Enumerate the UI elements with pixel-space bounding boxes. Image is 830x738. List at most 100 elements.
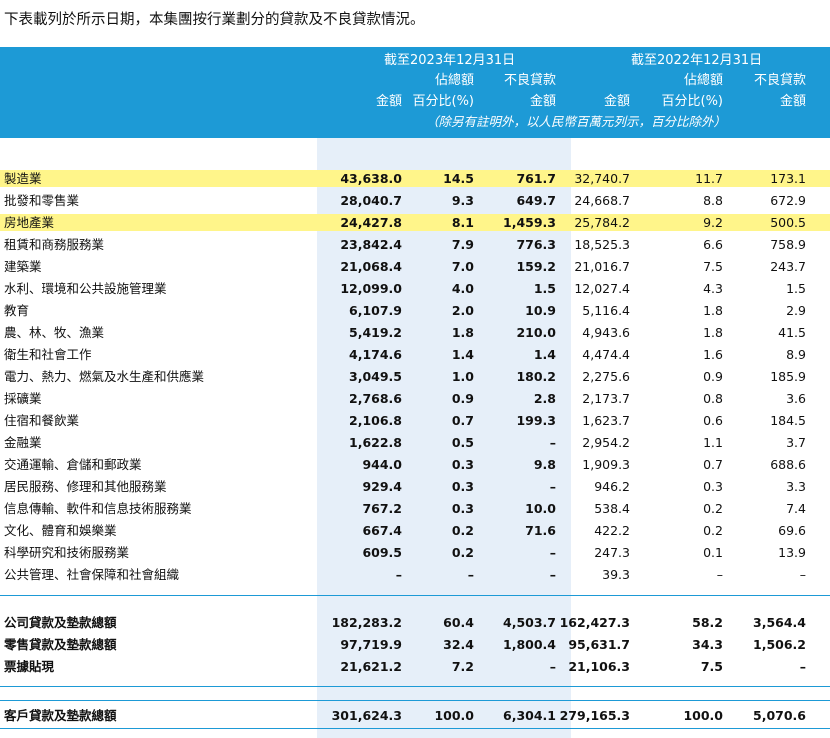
table-cell: 1,909.3 [582,457,630,472]
table-cell: 1.5 [533,281,556,296]
row-label: 衛生和社會工作 [4,347,92,362]
table-cell: 2.0 [451,303,474,318]
table-cell: 6,304.1 [503,708,556,723]
table-cell: 672.9 [770,193,806,208]
table-cell: 14.5 [443,171,474,186]
table-cell: 7.4 [786,501,806,516]
row-label: 採礦業 [4,391,42,406]
table-header: 截至2023年12月31日 截至2022年12月31日 佔總額 不良貸款 佔總額… [0,47,830,138]
row-label: 零售貸款及墊款總額 [4,637,117,652]
table-cell: 95,631.7 [568,637,630,652]
table-cell: 11.7 [695,171,723,186]
table-cell: 0.2 [451,523,474,538]
table-cell: 12,027.4 [574,281,630,296]
table-cell: 24,668.7 [574,193,630,208]
table-cell: 0.2 [451,545,474,560]
row-label: 農、林、牧、漁業 [4,325,105,340]
table-cell: 944.0 [362,457,402,472]
table-cell: 5,116.4 [582,303,630,318]
table-cell: 3.7 [786,435,806,450]
table-cell: 8.1 [451,215,474,230]
header-amount-2023: 金額 [375,94,402,109]
table-cell: 8.8 [703,193,723,208]
table-cell: 0.2 [703,501,723,516]
header-note: （除另有註明外，以人民幣百萬元列示，百分比除外） [426,114,727,129]
table-cell: 6,107.9 [349,303,402,318]
table-cell: 758.9 [770,237,806,252]
table-cell: 41.5 [778,325,806,340]
table-cell: 688.6 [770,457,806,472]
table-cell: 12,099.0 [340,281,402,296]
table-cell: 4.0 [451,281,474,296]
table-cell: 0.3 [703,479,723,494]
table-cell: 1.8 [703,325,723,340]
table-cell: 667.4 [362,523,402,538]
row-divider [0,595,830,596]
table-cell: 7.2 [451,659,474,674]
header-npl-2022-l1: 不良貸款 [753,73,806,88]
table-cell: 32,740.7 [574,171,630,186]
table-cell: 9.8 [533,457,556,472]
table-cell: – [549,545,556,560]
header-period-2022: 截至2022年12月31日 [631,53,763,68]
table-cell: – [799,659,806,674]
table-cell: 2,954.2 [582,435,630,450]
table-cell: 7.5 [703,259,723,274]
intro-text: 下表載列於所示日期，本集團按行業劃分的貸款及不良貸款情況。 [4,12,425,28]
header-pct-2022-l1: 佔總額 [683,73,723,88]
table-cell: 0.8 [703,391,723,406]
table-cell: 243.7 [770,259,806,274]
table-cell: 43,638.0 [340,171,402,186]
table-cell: 2.9 [786,303,806,318]
row-label: 公共管理、社會保障和社會組織 [4,567,180,582]
table-cell: 1.5 [786,281,806,296]
row-label: 租賃和商務服務業 [4,237,105,252]
table-cell: 1.1 [703,435,723,450]
header-amount-2022: 金額 [603,94,630,109]
table-cell: 173.1 [770,171,806,186]
table-cell: 159.2 [516,259,556,274]
table-cell: 1,506.2 [753,637,806,652]
table-cell: 946.2 [594,479,630,494]
table-cell: 279,165.3 [559,708,630,723]
header-pct-2022-l2: 百分比(%) [661,94,724,109]
row-label: 公司貸款及墊款總額 [4,615,117,630]
row-label: 信息傳輸、軟件和信息技術服務業 [4,501,192,516]
table-cell: – [549,435,556,450]
table-cell: 3.6 [786,391,806,406]
table-cell: 609.5 [362,545,402,560]
table-cell: 767.2 [362,501,402,516]
table-cell: 2,173.7 [582,391,630,406]
table-cell: 538.4 [594,501,630,516]
row-label: 製造業 [4,171,42,186]
table-cell: 761.7 [516,171,556,186]
table-cell: 0.7 [703,457,723,472]
table-cell: 10.0 [525,501,556,516]
header-npl-2023-l2: 金額 [529,94,556,109]
row-label: 水利、環境和公共設施管理業 [4,281,167,296]
table-cell: 1,800.4 [503,637,556,652]
row-label: 電力、熱力、燃氣及水生產和供應業 [4,369,205,384]
table-cell: 13.9 [778,545,806,560]
table-cell: 5,070.6 [753,708,806,723]
table-cell: 210.0 [516,325,556,340]
table-cell: 100.0 [434,708,474,723]
table-cell: 1.8 [703,303,723,318]
table-cell: 1,623.7 [582,413,630,428]
table-cell: 21,016.7 [574,259,630,274]
table-cell: 3.3 [786,479,806,494]
table-cell: 184.5 [770,413,806,428]
table-cell: 4,474.4 [582,347,630,362]
header-pct-2023-l1: 佔總額 [434,73,474,88]
row-label: 房地產業 [4,215,55,230]
table-cell: 0.7 [451,413,474,428]
table-cell: 185.9 [770,369,806,384]
table-cell: 2,106.8 [349,413,402,428]
row-label: 文化、體育和娛樂業 [4,523,117,538]
table-cell: 58.2 [692,615,723,630]
table-cell: 39.3 [602,567,630,582]
table-cell: 3,049.5 [349,369,402,384]
row-label: 交通運輸、倉儲和郵政業 [4,457,142,472]
header-pct-2023-l2: 百分比(%) [412,94,475,109]
table-cell: 0.5 [451,435,474,450]
